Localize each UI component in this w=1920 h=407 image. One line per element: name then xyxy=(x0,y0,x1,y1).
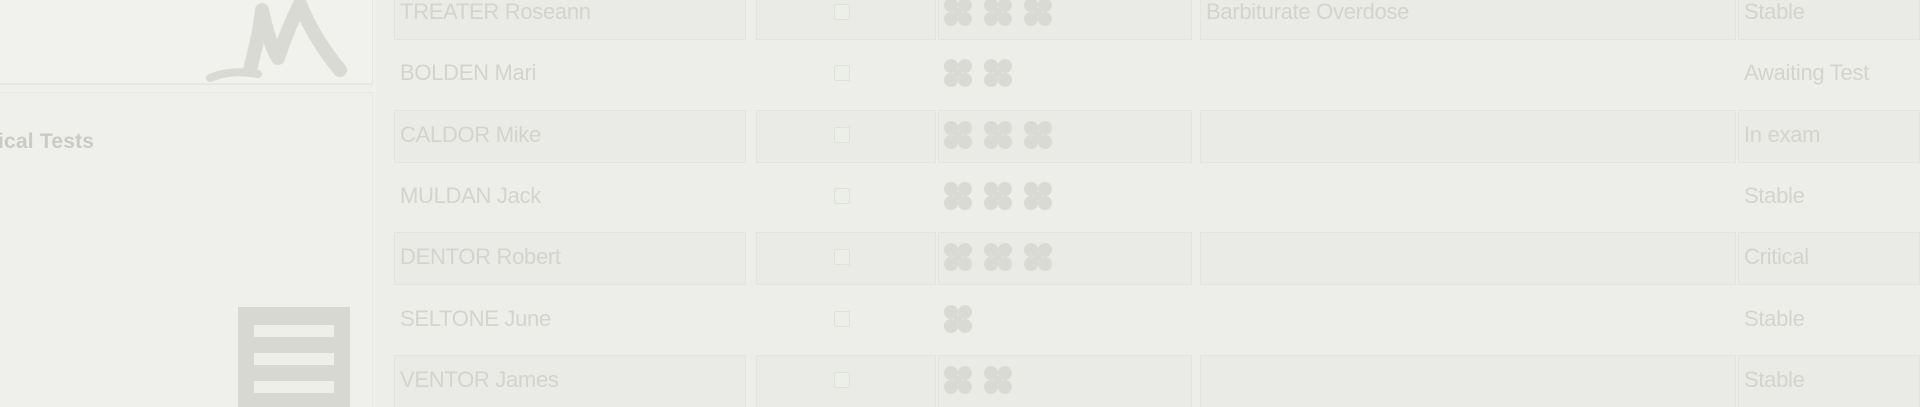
patient-status: Critical xyxy=(1744,244,1809,270)
logo-panel xyxy=(0,0,373,85)
medical-cross-icon xyxy=(1022,180,1054,212)
left-panel: ical Tests xyxy=(0,0,376,407)
medical-cross-icon xyxy=(942,57,974,89)
patient-status: Stable xyxy=(1744,0,1805,24)
medical-cross-icon xyxy=(982,57,1014,89)
table-row[interactable]: MULDAN Jack Stable xyxy=(394,169,1920,226)
diagnosis-cell xyxy=(1200,48,1736,101)
patient-name[interactable]: BOLDEN Mari xyxy=(400,60,536,86)
table-row[interactable]: CALDOR Mike In exam xyxy=(394,108,1920,165)
diagnosis-cell xyxy=(1200,294,1736,347)
triage-level xyxy=(942,241,1054,275)
menu-item-clinical-tests[interactable]: ical Tests xyxy=(0,130,94,154)
patient-status: Stable xyxy=(1744,366,1805,392)
table-row[interactable]: DENTOR Robert Critical xyxy=(394,230,1920,287)
medical-cross-icon xyxy=(982,364,1014,396)
diagnosis-cell xyxy=(1200,354,1736,407)
medical-cross-icon xyxy=(942,0,974,28)
patient-status: Stable xyxy=(1744,182,1805,208)
medical-cross-icon xyxy=(982,0,1014,28)
triage-level xyxy=(942,0,1054,30)
diagnosis-cell xyxy=(1200,109,1736,163)
patient-checkbox[interactable] xyxy=(834,249,850,266)
medical-cross-icon xyxy=(1022,119,1054,151)
table-row[interactable]: BOLDEN Mari Awaiting Test xyxy=(394,46,1920,103)
diagnosis-cell xyxy=(1200,171,1736,224)
medical-cross-icon xyxy=(942,241,974,273)
table-row[interactable]: VENTOR James Stable xyxy=(394,353,1920,407)
patient-checkbox[interactable] xyxy=(834,187,850,204)
patient-name[interactable]: MULDAN Jack xyxy=(400,183,541,209)
medical-cross-icon xyxy=(942,364,974,396)
patient-checkbox[interactable] xyxy=(834,310,850,327)
list-icon-bar xyxy=(254,353,334,365)
patient-checkbox[interactable] xyxy=(834,65,850,82)
triage-level xyxy=(942,303,974,337)
patient-name[interactable]: SELTONE June xyxy=(400,306,551,332)
triage-level xyxy=(942,180,1054,214)
patient-name[interactable]: VENTOR James xyxy=(400,367,559,393)
patient-diagnosis: Barbiturate Overdose xyxy=(1206,0,1410,24)
list-icon[interactable] xyxy=(238,307,350,407)
medical-cross-icon xyxy=(942,180,974,212)
medical-cross-icon xyxy=(982,119,1014,151)
table-row[interactable]: SELTONE June Stable xyxy=(394,292,1920,349)
triage-level xyxy=(942,364,1014,398)
medical-cross-icon xyxy=(942,303,974,335)
patient-status: In exam xyxy=(1744,121,1821,147)
patient-board-screen: ical Tests TREATER Roseann Barbiturate Ov… xyxy=(0,0,1920,407)
list-icon-bar xyxy=(254,381,334,393)
patient-name[interactable]: DENTOR Robert xyxy=(400,244,561,270)
triage-cell xyxy=(938,294,1192,347)
medical-cross-icon xyxy=(1022,0,1054,28)
patient-checkbox[interactable] xyxy=(834,371,850,388)
medical-cross-icon xyxy=(1022,241,1054,273)
triage-level xyxy=(942,119,1054,153)
diagnosis-cell xyxy=(1200,232,1736,286)
medical-cross-icon xyxy=(982,241,1014,273)
patient-status: Stable xyxy=(1744,305,1805,331)
medical-cross-icon xyxy=(982,180,1014,212)
list-icon-bar xyxy=(254,325,334,337)
triage-level xyxy=(942,57,1014,91)
brand-logo-icon xyxy=(206,0,347,82)
patient-status: Awaiting Test xyxy=(1744,60,1869,86)
patient-checkbox[interactable] xyxy=(834,4,850,20)
table-row[interactable]: TREATER Roseann Barbiturate Overdose Stabl… xyxy=(394,0,1920,42)
patient-checkbox[interactable] xyxy=(834,126,850,143)
patient-name[interactable]: CALDOR Mike xyxy=(400,122,541,148)
medical-cross-icon xyxy=(942,119,974,151)
patient-name[interactable]: TREATER Roseann xyxy=(400,0,591,25)
